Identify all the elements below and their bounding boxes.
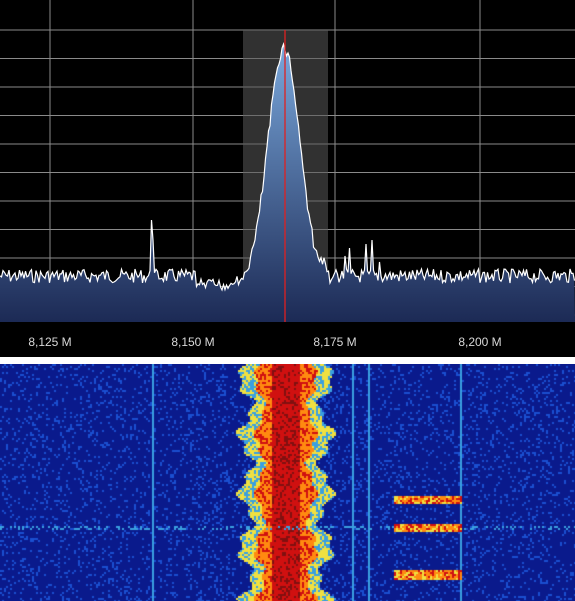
waterfall-panel[interactable] (0, 364, 575, 601)
waterfall-display (0, 364, 575, 601)
frequency-tick-label: 8,125 M (28, 335, 71, 349)
frequency-tick-label: 8,200 M (458, 335, 501, 349)
spectrum-panel[interactable]: 8,125 M 8,150 M 8,175 M 8,200 M (0, 0, 575, 357)
spectrum-plot[interactable]: 8,125 M 8,150 M 8,175 M 8,200 M (0, 0, 575, 357)
frequency-tick-label: 8,150 M (171, 335, 214, 349)
frequency-tick-label: 8,175 M (313, 335, 356, 349)
frequency-axis: 8,125 M 8,150 M 8,175 M 8,200 M (28, 335, 501, 349)
panel-divider[interactable] (0, 357, 575, 364)
spectrum-fill (0, 44, 575, 322)
